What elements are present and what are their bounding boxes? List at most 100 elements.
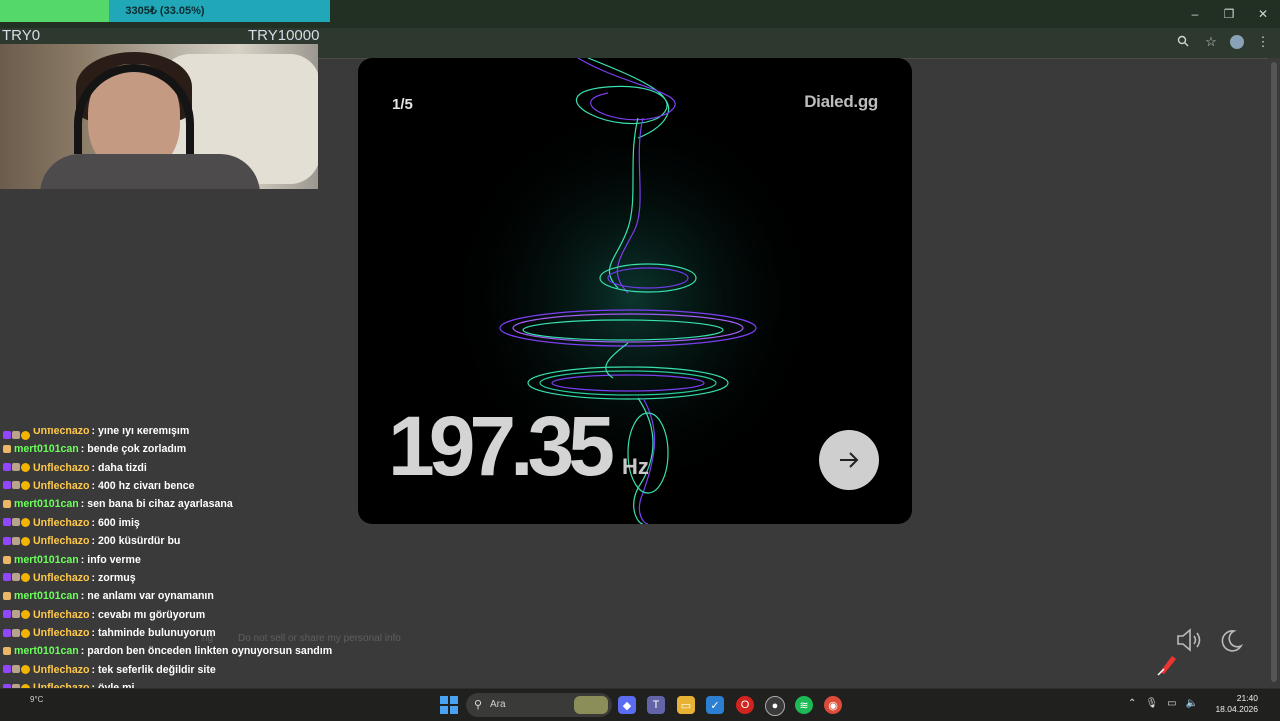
next-button[interactable]	[819, 430, 879, 490]
chat-badges	[3, 573, 30, 583]
opera-icon[interactable]: O	[736, 696, 754, 714]
taskbar-clock[interactable]: 21:40 18.04.2026	[1215, 693, 1258, 715]
chat-message: Unflechazo: 200 küsürdür bu	[0, 532, 420, 550]
scrollbar-thumb[interactable]	[1271, 62, 1277, 682]
page-scrollbar[interactable]	[1268, 58, 1280, 688]
chat-username[interactable]: mert0101can	[14, 495, 79, 513]
chat-message: Unflechazo: 600 imiş	[0, 514, 420, 532]
donation-goal-text: 3305₺ (33.05%)	[125, 5, 205, 17]
chat-username[interactable]: Unflechazo	[33, 514, 90, 532]
chat-message: mert0101can: sen bana bi cihaz ayarlasan…	[0, 495, 420, 513]
chat-text: : info verme	[80, 553, 141, 566]
crown-badge-icon	[3, 500, 11, 509]
chevron-up-icon[interactable]: ⌃	[1128, 698, 1136, 709]
gift-badge-icon	[12, 463, 20, 472]
chat-badges	[3, 518, 30, 528]
chat-badges	[3, 610, 30, 620]
spotify-icon[interactable]: ≋	[795, 696, 813, 714]
display-icon[interactable]: ▭	[1167, 698, 1176, 709]
profile-avatar-icon[interactable]	[1230, 35, 1244, 49]
vip-badge-icon	[21, 536, 30, 546]
vip-badge-icon	[21, 518, 30, 528]
sub-badge-icon	[3, 610, 11, 619]
chat-text: : ne anlamı var oynamanın	[80, 590, 214, 603]
teams-icon[interactable]: T	[647, 696, 665, 714]
chat-text: : 200 küsürdür bu	[91, 535, 181, 548]
chat-username[interactable]: Unflechazo	[33, 661, 90, 679]
vip-badge-icon	[21, 628, 30, 638]
chat-badges	[3, 555, 11, 564]
chat-username[interactable]: Unflechazo	[33, 606, 90, 624]
copilot-icon[interactable]: ◆	[618, 696, 636, 714]
round-counter: 1/5	[392, 96, 413, 113]
gift-badge-icon	[12, 573, 20, 582]
chat-username[interactable]: Unflechazo	[33, 569, 90, 587]
vip-badge-icon	[21, 610, 30, 620]
search-placeholder: Ara	[490, 699, 506, 710]
volume-icon[interactable]: 🔈	[1186, 698, 1198, 709]
clock-date: 18.04.2026	[1215, 704, 1258, 714]
chat-message: mert0101can: info verme	[0, 550, 420, 568]
sub-badge-icon	[3, 536, 11, 545]
sub-badge-icon	[3, 463, 11, 472]
zoom-icon[interactable]	[1174, 35, 1192, 50]
file-explorer-icon[interactable]: ▭	[677, 696, 695, 714]
vip-badge-icon	[21, 431, 30, 440]
chrome-icon[interactable]: ◉	[824, 696, 842, 714]
chat-text: : sen bana bi cihaz ayarlasana	[80, 498, 233, 511]
chat-username[interactable]: mert0101can	[14, 440, 79, 458]
todo-icon[interactable]: ✓	[706, 696, 724, 714]
gift-badge-icon	[12, 610, 20, 619]
sub-badge-icon	[3, 518, 11, 527]
chat-message: Unflechazo: cevabı mı görüyorum	[0, 606, 420, 624]
chat-text: : bende çok zorladım	[80, 443, 187, 456]
gift-badge-icon	[12, 665, 20, 674]
chat-badges	[3, 500, 11, 509]
chat-username[interactable]: mert0101can	[14, 587, 79, 605]
microphone-icon[interactable]: 🎙	[1145, 698, 1158, 709]
bookmark-star-icon[interactable]: ☆	[1202, 34, 1220, 50]
taskbar-search[interactable]: ⚲ Ara	[466, 693, 612, 717]
chat-text: : 600 imiş	[91, 516, 140, 529]
sub-badge-icon	[3, 628, 11, 637]
chat-overlay: Unflechazo: yine iyi keremişim mert0101ca…	[0, 428, 420, 716]
chat-username[interactable]: mert0101can	[14, 551, 79, 569]
chat-username[interactable]: Unflechazo	[33, 428, 90, 440]
menu-kebab-icon[interactable]: ⋮	[1254, 34, 1272, 50]
clock-time: 21:40	[1236, 693, 1258, 703]
chat-text: : yine iyi keremişim	[91, 428, 190, 437]
gift-badge-icon	[12, 536, 20, 545]
chat-username[interactable]: mert0101can	[14, 642, 79, 660]
steam-icon[interactable]: ●	[765, 696, 785, 716]
gift-badge-icon	[12, 628, 20, 637]
brand-logo: Dialed.gg	[804, 92, 878, 111]
chat-text: : zormuş	[91, 571, 136, 584]
chat-text: : cevabı mı görüyorum	[91, 608, 206, 621]
sub-badge-icon	[3, 665, 11, 674]
maximize-button[interactable]: ❐	[1212, 0, 1246, 28]
minimize-button[interactable]: –	[1178, 0, 1212, 28]
chat-badges	[3, 647, 11, 656]
chat-badges	[3, 463, 30, 473]
chat-badges	[3, 445, 11, 454]
goal-min-label: TRY0	[2, 27, 41, 44]
moon-icon[interactable]	[1218, 628, 1244, 659]
goal-max-label: TRY10000	[248, 27, 320, 44]
chat-message: Unflechazo: daha tizdi	[0, 458, 420, 476]
sub-badge-icon	[3, 573, 11, 582]
chat-username[interactable]: Unflechazo	[33, 624, 90, 642]
weather-temp: 9°C	[30, 695, 44, 704]
chat-message: Unflechazo: tek seferlik değildir site	[0, 661, 420, 679]
chat-username[interactable]: Unflechazo	[33, 459, 90, 477]
system-tray: ⌃ 🎙 ▭ 🔈	[1128, 698, 1198, 709]
start-button[interactable]	[440, 696, 458, 714]
chat-username[interactable]: Unflechazo	[33, 477, 90, 495]
webcam-person-body	[40, 154, 260, 189]
address-bar[interactable]	[330, 31, 1230, 55]
sound-icon[interactable]	[1176, 628, 1204, 657]
pen-icon	[1156, 652, 1178, 681]
close-button[interactable]: ✕	[1246, 0, 1280, 28]
search-highlight-image	[574, 696, 608, 714]
chat-username[interactable]: Unflechazo	[33, 532, 90, 550]
chat-badges	[3, 431, 30, 440]
